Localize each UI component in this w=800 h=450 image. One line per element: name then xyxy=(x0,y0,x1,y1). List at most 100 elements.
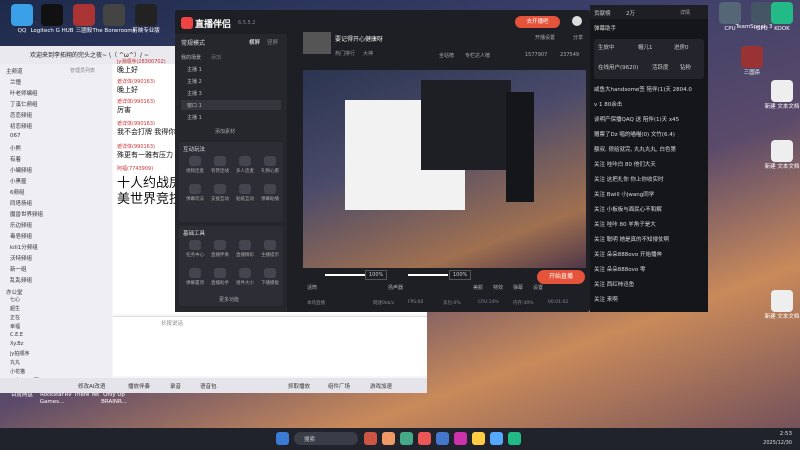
contrib-detail-button[interactable]: 详情 xyxy=(680,9,690,16)
source-item[interactable]: 主播 2 xyxy=(181,76,281,86)
start-icon[interactable] xyxy=(276,432,289,445)
folder-icon[interactable] xyxy=(472,432,485,445)
channel-item[interactable]: 6频组 xyxy=(10,188,25,196)
voice-user-item[interactable]: 超生 xyxy=(10,305,20,312)
desktop-icon-onlyup[interactable]: Only Up BRAINR... xyxy=(92,392,136,405)
tab-add-scene[interactable]: 添加 xyxy=(211,54,221,61)
message-user[interactable]: 遮详体(990163) xyxy=(117,98,155,105)
game-boost-button[interactable]: 游戏加速 xyxy=(370,382,392,390)
tool-item[interactable]: 弹幕玩法 xyxy=(183,184,207,210)
add-material-button[interactable]: 添加素材 xyxy=(215,128,235,135)
source-item[interactable]: 主播 1 xyxy=(181,112,281,122)
tool-item[interactable]: 组件大小 xyxy=(233,268,257,294)
danmaku-item[interactable]: 关注 西红柿迅鱼 xyxy=(594,280,634,288)
app-icon[interactable] xyxy=(364,432,377,445)
app-icon[interactable] xyxy=(454,432,467,445)
tool-item[interactable]: 贴纸互动 xyxy=(233,184,257,210)
desktop-icon-txt[interactable]: 新建 文本文档 xyxy=(760,290,800,321)
online-users[interactable]: 在线用户(9620) xyxy=(598,63,638,71)
stream-cover[interactable] xyxy=(303,32,331,54)
message-user[interactable]: jy滑顺序(28300702) xyxy=(117,58,166,65)
stream-settings-button[interactable]: 开播设置 xyxy=(535,34,555,41)
share-button[interactable]: 分享 xyxy=(573,34,583,41)
stream-title[interactable]: 要记得开心健康呀 xyxy=(335,34,383,43)
danmaku-item[interactable]: 关注 哇咔白 80 他们大天 xyxy=(594,160,656,168)
app-icon[interactable] xyxy=(382,432,395,445)
danmaku-item[interactable]: 关注 聪明 她是真的不知侵仗啊 xyxy=(594,235,669,243)
tab-portrait[interactable]: 竖屏 xyxy=(267,38,278,46)
danmaku-item[interactable]: 额叔, 很给就完, 丸丸丸丸, 白色第 xyxy=(594,145,676,153)
clock-date[interactable]: 2025/12/30 xyxy=(752,440,792,446)
danmaku-item[interactable]: 关注 Bwill 小jwang同学 xyxy=(594,190,654,198)
tool-item[interactable]: 直播助手 xyxy=(208,268,232,294)
voice-pack-button[interactable]: 语音包 xyxy=(200,382,217,390)
app-icon[interactable] xyxy=(436,432,449,445)
tab-god[interactable]: 大神 xyxy=(363,50,373,57)
channel-item[interactable]: 小编频组 xyxy=(10,166,32,174)
tool-item[interactable]: 有赞连线 xyxy=(208,156,232,182)
settings-button[interactable]: 设置 xyxy=(533,284,543,291)
source-item[interactable]: 主播 3 xyxy=(181,88,281,98)
message-user[interactable]: 遮详体(990163) xyxy=(117,143,155,150)
speaker-volume-value[interactable]: 100% xyxy=(449,270,472,280)
online-tab-2[interactable]: 进房0 xyxy=(674,43,689,51)
mic-volume-value[interactable]: 100% xyxy=(365,270,388,280)
voice-user-item[interactable]: 幸福 xyxy=(10,323,20,330)
clock-time[interactable]: 2:53 xyxy=(752,431,792,437)
tab-my-scene[interactable]: 我的场景 xyxy=(181,54,201,61)
channel-item[interactable]: 小熊 xyxy=(10,144,21,152)
channel-item[interactable]: 有着 xyxy=(10,155,21,163)
channel-item[interactable]: 乐边频组 xyxy=(10,221,32,229)
record-button[interactable]: 录音 xyxy=(170,382,181,390)
speaker-volume-slider[interactable] xyxy=(408,274,448,276)
channel-item[interactable]: 067 xyxy=(10,133,21,139)
channel-item[interactable]: 叶老师编组 xyxy=(10,89,38,97)
danmaku-item[interactable]: 关注 小板板与面民心不和解 xyxy=(594,205,662,213)
danmaku-item[interactable]: v 1 80余击 xyxy=(594,100,622,108)
tool-item[interactable]: 直播伴奏 xyxy=(208,240,232,266)
app-icon[interactable] xyxy=(508,432,521,445)
voice-user-item[interactable]: 丸丸 xyxy=(10,359,20,366)
tool-item[interactable]: 礼物心愿 xyxy=(258,156,282,182)
channel-item[interactable]: kili1分频组 xyxy=(10,243,38,251)
danmaku-item[interactable]: 咸鱼大handsome签 陪伴(1)天 2804.0 xyxy=(594,85,692,93)
message-user[interactable]: 遮详体(990163) xyxy=(117,78,155,85)
desktop-icon-txt[interactable]: 新建 文本文档 xyxy=(760,140,800,171)
go-live-top-button[interactable]: 去开播吧 xyxy=(515,16,560,28)
danmaku-item[interactable]: 谈明产保播QAQ 送 陪伴(1)天 x45 xyxy=(594,115,679,123)
tool-item[interactable]: 弹幕助播 xyxy=(258,184,282,210)
app-icon[interactable] xyxy=(490,432,503,445)
message-user[interactable]: 遮详体(990163) xyxy=(117,120,155,127)
tab-activity[interactable]: 活跃度 xyxy=(652,63,669,71)
input-area[interactable]: 长按说话 xyxy=(113,316,427,376)
tool-item[interactable]: 支援互动 xyxy=(208,184,232,210)
channel-item[interactable]: 丁溪仁频组 xyxy=(10,100,38,108)
message-input[interactable]: 长按说话 xyxy=(161,319,183,327)
channel-item[interactable]: 魔兽世界频组 xyxy=(10,210,43,218)
tool-item[interactable]: 下播模板 xyxy=(258,268,282,294)
tool-item[interactable]: 任务中心 xyxy=(183,240,207,266)
voice-user-item[interactable]: 小花猫 xyxy=(10,368,25,375)
tool-item[interactable]: 弹幕置顶 xyxy=(183,268,207,294)
voice-user-item[interactable]: 七心 xyxy=(10,296,20,303)
more-functions-button[interactable]: 更多功能 xyxy=(219,296,239,303)
channel-item[interactable]: 恋恋频组 xyxy=(10,111,32,119)
danmaku-item[interactable]: 关注 朵朵888ovo 零 xyxy=(594,265,645,273)
mode-label[interactable]: 常规模式 xyxy=(181,38,205,47)
capture-button[interactable]: 抓取播放 xyxy=(288,382,310,390)
tool-item[interactable]: 直播精彩 xyxy=(233,240,257,266)
channel-item[interactable]: 新一组 xyxy=(10,265,27,273)
tool-item[interactable]: 多人连麦 xyxy=(233,156,257,182)
channel-item[interactable]: 兰憧 xyxy=(10,78,21,86)
danmaku-item[interactable]: 关注 这把扎你 你上你收实时 xyxy=(594,175,664,183)
danmaku-item[interactable]: 关注 哇咔 80 羊角子是大 xyxy=(594,220,656,228)
desktop-icon-sgs2[interactable]: 三国杀 xyxy=(730,46,774,77)
plugin-button[interactable]: 组件厂场 xyxy=(328,382,350,390)
tab-landscape[interactable]: 横屏 xyxy=(249,38,260,46)
danmaku-item[interactable]: 关注 来啊 xyxy=(594,295,618,303)
channel-item[interactable]: 小黑屋 xyxy=(10,177,27,185)
desktop-icon-txt[interactable]: 新建 文本文档 xyxy=(760,80,800,111)
tab-fans[interactable]: 钻粉 xyxy=(680,63,691,71)
message-user[interactable]: 阿福(7743909) xyxy=(117,165,153,172)
danmaku-button[interactable]: 弹幕 xyxy=(513,284,523,291)
